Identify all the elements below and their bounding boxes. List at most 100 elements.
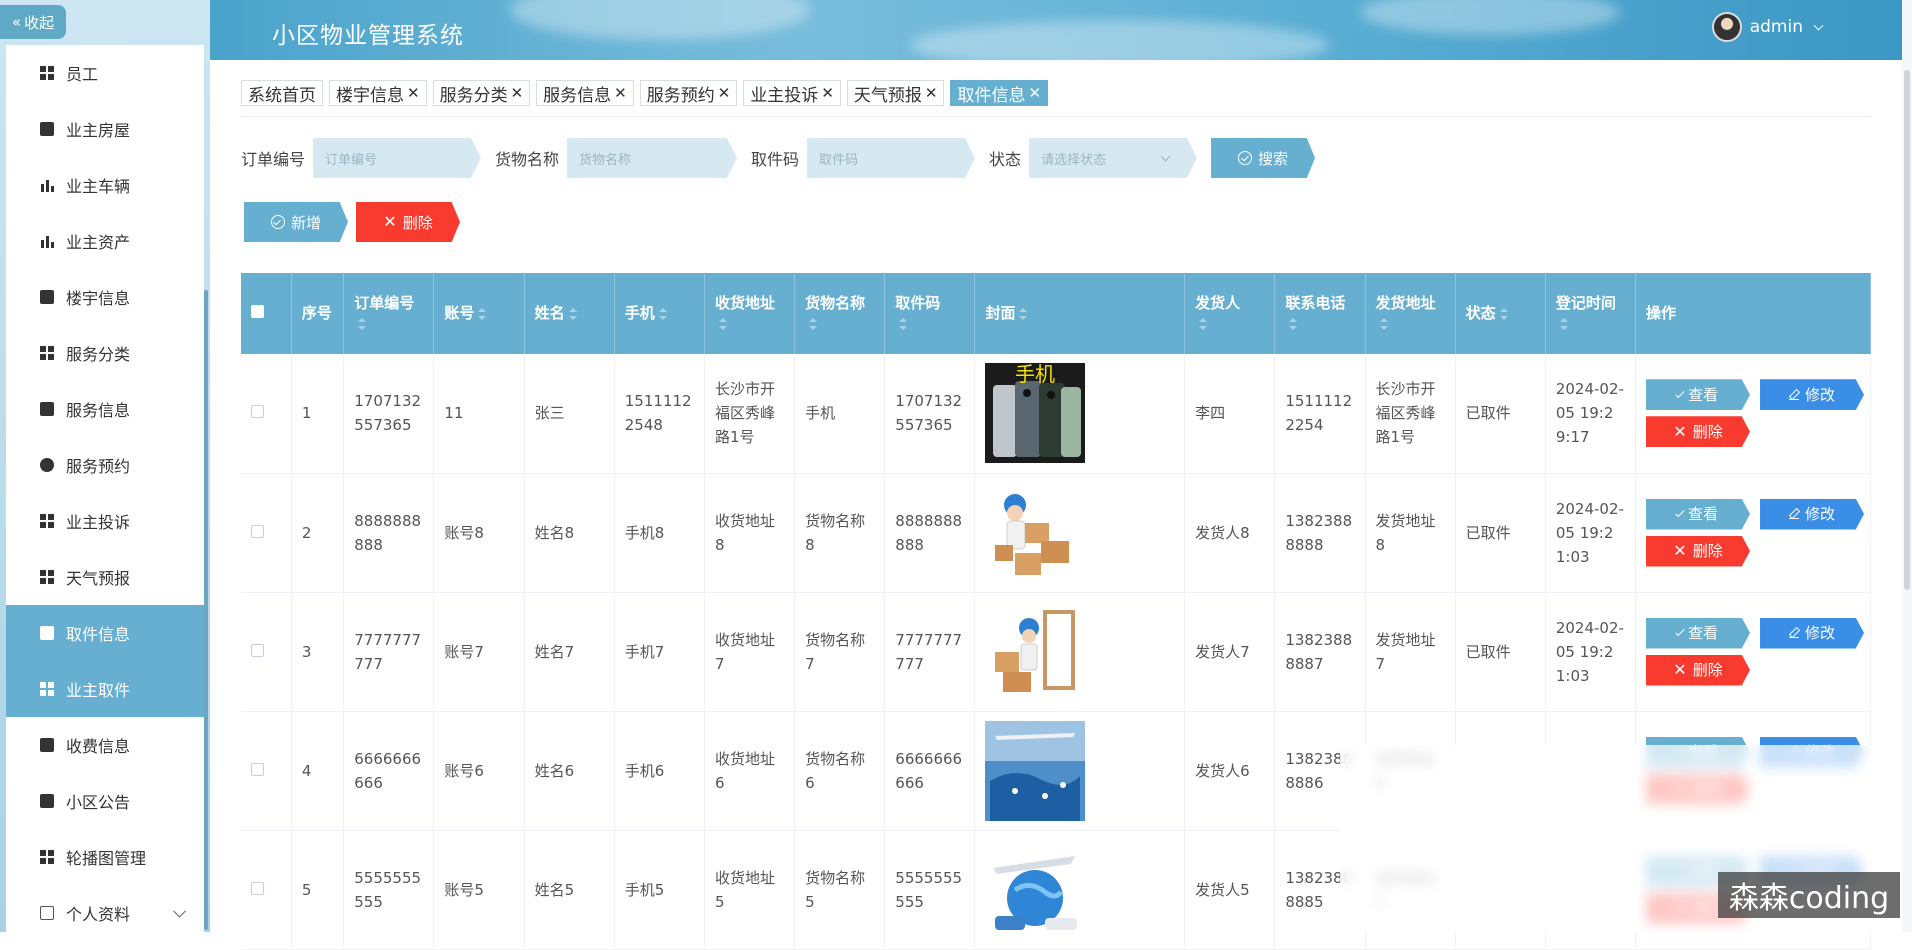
tab[interactable]: 系统首页 [241, 80, 323, 106]
sidebar-item-label: 天气预报 [66, 569, 131, 588]
add-button[interactable]: 新增 [244, 202, 348, 242]
col-address[interactable]: 收货地址 [704, 273, 796, 354]
col-sender[interactable]: 发货人 [1184, 273, 1276, 354]
close-icon[interactable]: ✕ [407, 84, 420, 102]
sort-icon[interactable] [1289, 318, 1298, 330]
sort-icon[interactable] [1559, 318, 1568, 330]
col-code[interactable]: 取件码 [884, 273, 976, 354]
sidebar-item[interactable]: 服务信息 [6, 381, 204, 437]
sidebar-scrollbar[interactable] [204, 290, 208, 930]
goods-name-input[interactable]: 货物名称 [567, 138, 738, 178]
delete-button[interactable]: ✕ 删除 [1646, 535, 1751, 567]
sort-icon[interactable] [658, 307, 667, 320]
close-icon[interactable]: ✕ [821, 84, 834, 102]
tab[interactable]: 服务信息 ✕ [536, 80, 634, 106]
sidebar-item[interactable]: 业主投诉 [6, 493, 204, 549]
scroll-thumb[interactable] [1904, 70, 1910, 590]
close-icon[interactable]: ✕ [511, 84, 524, 102]
cell-order-no: 7777777777 [343, 592, 435, 711]
cell-address: 长沙市开福区秀峰路1号 [704, 354, 796, 473]
sidebar-item[interactable]: 天气预报 [6, 549, 204, 605]
status-select[interactable]: 请选择状态 [1029, 138, 1198, 178]
row-checkbox[interactable] [251, 881, 264, 895]
user-menu[interactable]: admin [1711, 12, 1824, 42]
sort-icon[interactable] [1499, 307, 1508, 320]
sort-icon[interactable] [1019, 307, 1028, 320]
order-no-input[interactable]: 订单编号 [313, 138, 482, 178]
batch-delete-button[interactable]: ✕ 删除 [356, 202, 460, 242]
sort-icon[interactable] [1199, 318, 1208, 330]
sidebar-item[interactable]: 业主资产 [6, 213, 204, 269]
tab[interactable]: 服务分类 ✕ [432, 80, 531, 106]
sidebar-item-label: 服务信息 [66, 401, 131, 420]
select-all-checkbox[interactable] [251, 305, 264, 318]
col-account[interactable]: 账号 [433, 273, 525, 354]
sidebar-item[interactable]: 员工 [6, 45, 204, 101]
col-goods[interactable]: 货物名称 [794, 273, 886, 354]
sidebar-item[interactable]: 业主取件 [6, 661, 204, 717]
sidebar-item[interactable]: 轮播图管理 [6, 829, 204, 885]
close-icon[interactable]: ✕ [614, 84, 627, 102]
sort-icon[interactable] [568, 307, 577, 320]
cell-sender: 发货人8 [1184, 473, 1276, 592]
col-send-address[interactable]: 发货地址 [1365, 273, 1456, 354]
view-button[interactable]: 查看 [1646, 498, 1751, 530]
cell-account: 11 [433, 354, 525, 473]
row-checkbox[interactable] [251, 524, 264, 538]
collapse-button[interactable]: « 收起 [0, 5, 66, 39]
view-button[interactable]: 查看 [1646, 617, 1751, 649]
sidebar-item[interactable]: 服务预约 [6, 437, 204, 493]
sort-icon[interactable] [809, 318, 818, 330]
col-name[interactable]: 姓名 [524, 273, 615, 354]
col-contact[interactable]: 联系电话 [1274, 273, 1366, 354]
col-ops: 操作 [1635, 273, 1871, 354]
tab[interactable]: 楼宇信息 ✕ [329, 80, 427, 106]
delete-label: 删除 [1692, 422, 1723, 441]
edit-button[interactable]: 修改 [1760, 617, 1865, 649]
edit-button[interactable]: 修改 [1760, 379, 1865, 411]
sidebar-item[interactable]: 服务分类 [6, 325, 204, 381]
col-order-no[interactable]: 订单编号 [343, 273, 435, 354]
tab-label: 楼宇信息 [336, 85, 404, 106]
search-button[interactable]: 搜索 [1211, 138, 1316, 178]
sort-icon[interactable] [899, 318, 908, 330]
pickup-code-input[interactable]: 取件码 [807, 138, 976, 178]
cell-send-address: 发货地址7 [1365, 592, 1456, 711]
sidebar-item[interactable]: 业主房屋 [6, 101, 204, 157]
table-row: 1 1707132557365 11 张三 15111122548 长沙市开福区秀峰路1号… [241, 354, 1871, 473]
sidebar-item[interactable]: 收费信息 [6, 717, 204, 773]
edit-button[interactable]: 修改 [1760, 498, 1865, 530]
close-icon[interactable]: ✕ [925, 84, 938, 102]
page-scrollbar[interactable] [1902, 0, 1912, 932]
tab[interactable]: 天气预报 ✕ [846, 80, 945, 106]
sidebar-item[interactable]: 个人资料 [6, 885, 204, 932]
tab[interactable]: 业主投诉 ✕ [743, 80, 841, 106]
sort-icon[interactable] [1379, 318, 1388, 330]
view-button[interactable]: 查看 [1646, 379, 1751, 411]
sidebar-item[interactable]: 楼宇信息 [6, 269, 204, 325]
collapse-label: 收起 [24, 13, 55, 32]
sidebar-item[interactable]: 取件信息 [6, 605, 204, 661]
tab[interactable]: 服务预约 ✕ [639, 80, 738, 106]
sort-icon[interactable] [358, 318, 367, 330]
col-phone[interactable]: 手机 [614, 273, 705, 354]
close-icon[interactable]: ✕ [1028, 84, 1041, 102]
row-checkbox[interactable] [251, 762, 264, 776]
col-cover[interactable]: 封面 [974, 273, 1186, 354]
col-status[interactable]: 状态 [1455, 273, 1546, 354]
cell-order-no: 1707132557365 [343, 354, 435, 473]
sort-icon[interactable] [478, 307, 487, 320]
close-icon[interactable]: ✕ [718, 84, 731, 102]
sidebar-item[interactable]: 小区公告 [6, 773, 204, 829]
delete-button[interactable]: ✕ 删除 [1646, 416, 1751, 448]
row-checkbox[interactable] [251, 405, 264, 419]
row-checkbox[interactable] [251, 643, 264, 657]
cell-phone: 手机5 [614, 830, 705, 949]
search-bar: 订单编号 订单编号 货物名称 货物名称 取件码 取件码 状态 请选择状态 搜索 [241, 138, 1316, 178]
col-time[interactable]: 登记时间 [1545, 273, 1637, 354]
cell-index: 3 [291, 592, 345, 711]
sort-icon[interactable] [718, 318, 727, 330]
delete-button[interactable]: ✕ 删除 [1646, 654, 1751, 686]
sidebar-item[interactable]: 业主车辆 [6, 157, 204, 213]
tab[interactable]: 取件信息 ✕ [950, 80, 1049, 106]
